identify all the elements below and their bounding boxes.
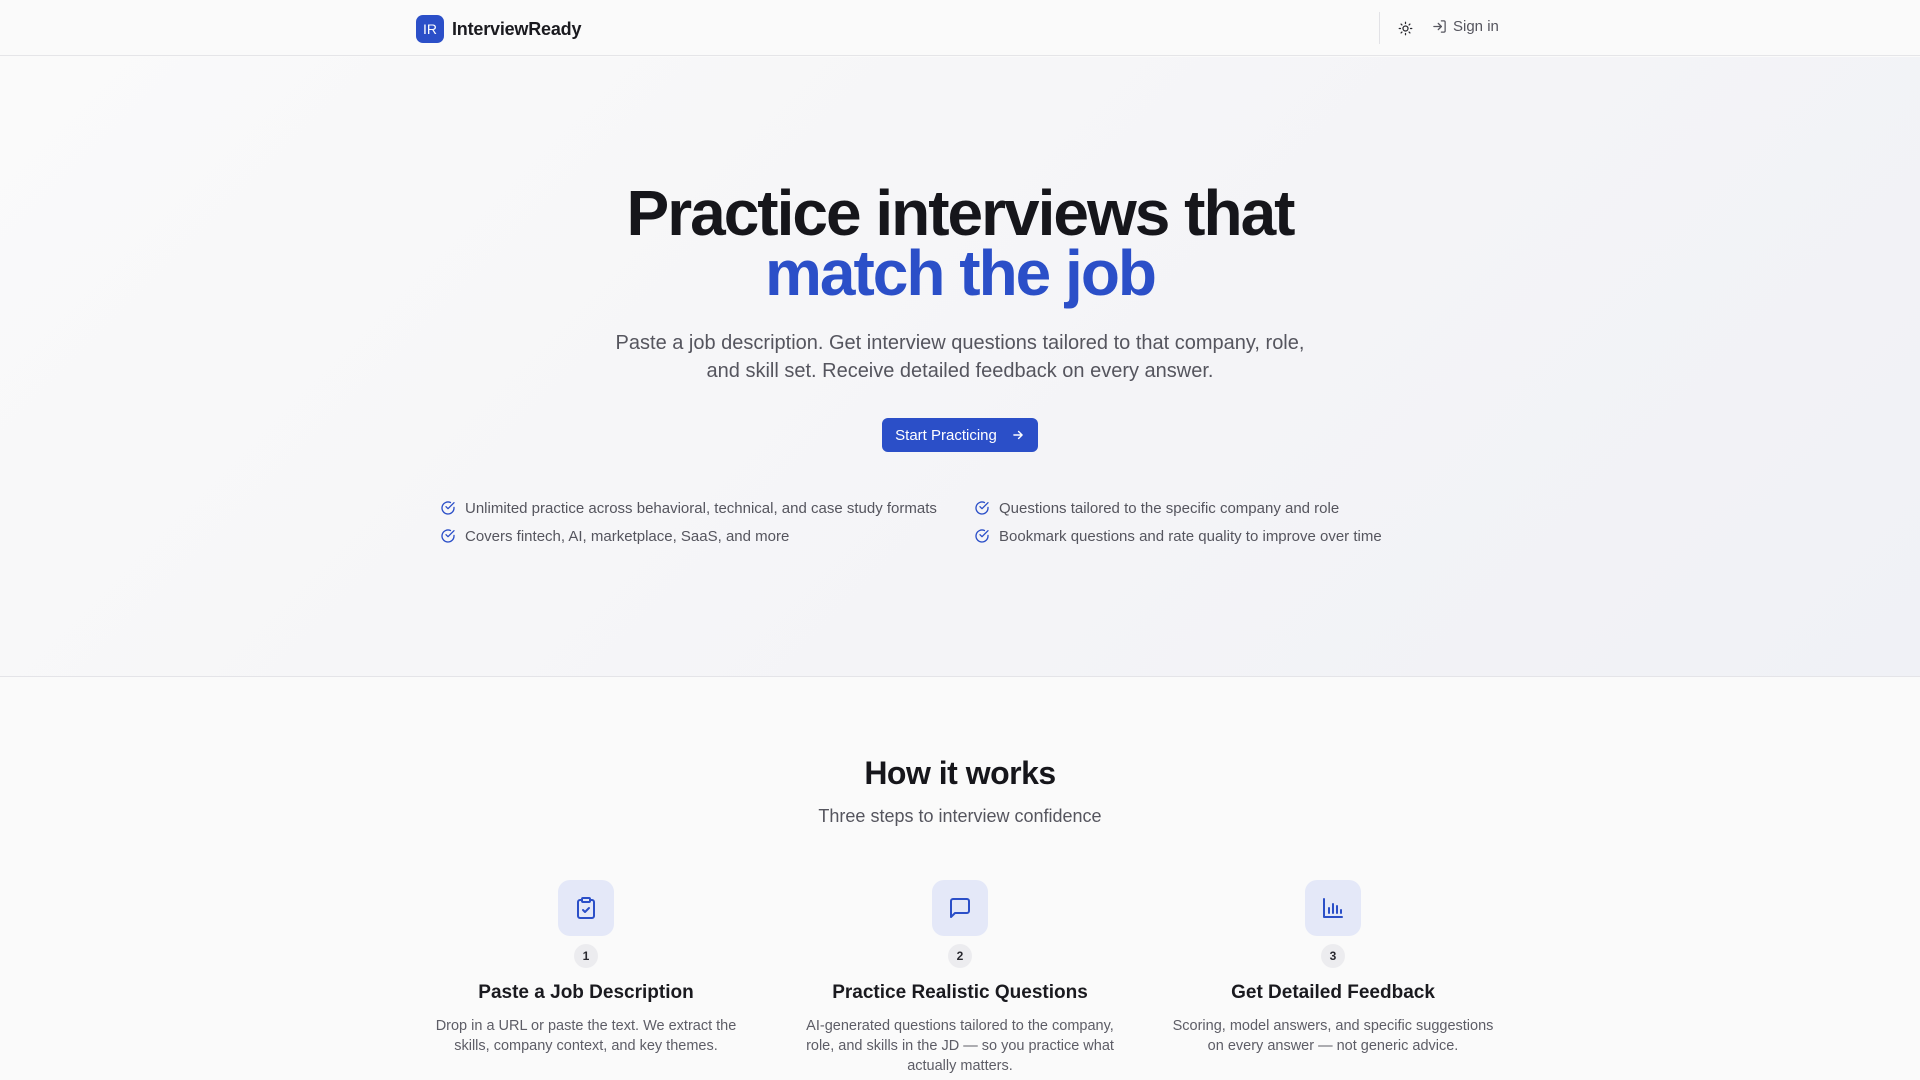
logo[interactable]: IR InterviewReady (416, 15, 581, 43)
step-number: 2 (948, 944, 972, 968)
step-title: Get Detailed Feedback (1231, 982, 1435, 1003)
check-circle-icon (441, 529, 455, 543)
chat-bubble-icon (950, 898, 970, 918)
check-circle-icon (975, 529, 989, 543)
hero-subtitle: Paste a job description. Get interview q… (610, 329, 1310, 385)
hero-title: Practice interviews that match the job (0, 181, 1920, 309)
hero-subtitle-line2: and skill set. Receive detailed feedback… (706, 360, 1214, 382)
bar-chart-icon (1323, 898, 1343, 918)
step-icon-tile (1305, 880, 1361, 936)
how-title: How it works (864, 755, 1056, 791)
logo-text: InterviewReady (452, 18, 582, 39)
feature-item: Questions tailored to the specific compa… (974, 499, 1474, 517)
hero-section: Practice interviews that match the job P… (0, 57, 1920, 677)
feature-list: Unlimited practice across behavioral, te… (440, 499, 1480, 545)
step-number: 1 (574, 944, 598, 968)
hero-title-accent: match the job (764, 237, 1157, 309)
sign-in-button[interactable]: Sign in (1432, 18, 1499, 35)
step-card: 3 Get Detailed Feedback Scoring, model a… (1163, 880, 1503, 1056)
sign-in-label: Sign in (1453, 18, 1499, 35)
clipboard-check-icon (577, 897, 595, 919)
top-nav: IR InterviewReady Sign in (0, 0, 1920, 56)
how-it-works-section: How it works Three steps to interview co… (0, 678, 1920, 1080)
step-card: 2 Practice Realistic Questions AI-genera… (790, 880, 1130, 1076)
check-circle-icon (441, 501, 455, 515)
step-description: AI-generated questions tailored to the c… (806, 1018, 1114, 1074)
step-title: Practice Realistic Questions (832, 982, 1088, 1003)
sign-in-icon (1433, 20, 1446, 33)
check-circle-icon (975, 501, 989, 515)
feature-item: Covers fintech, AI, marketplace, SaaS, a… (440, 527, 974, 545)
start-practicing-label: Start Practicing (895, 426, 997, 444)
feature-text: Bookmark questions and rate quality to i… (999, 527, 1382, 545)
step-description: Scoring, model answers, and specific sug… (1172, 1018, 1494, 1054)
step-icon-tile (932, 880, 988, 936)
step-icon-tile (558, 880, 614, 936)
step-description: Drop in a URL or paste the text. We extr… (435, 1018, 737, 1054)
arrow-right-icon (1013, 430, 1023, 440)
logo-mark: IR (416, 15, 444, 43)
theme-toggle-button[interactable] (1393, 16, 1417, 40)
nav-divider (1379, 12, 1380, 44)
step-card: 1 Paste a Job Description Drop in a URL … (416, 880, 756, 1056)
feature-text: Covers fintech, AI, marketplace, SaaS, a… (465, 527, 790, 545)
how-subtitle: Three steps to interview confidence (818, 806, 1102, 826)
feature-text: Questions tailored to the specific compa… (999, 499, 1340, 517)
step-number: 3 (1321, 944, 1345, 968)
hero-subtitle-line1: Paste a job description. Get interview q… (615, 332, 1305, 354)
sun-icon (1398, 21, 1412, 35)
start-practicing-button[interactable]: Start Practicing (882, 418, 1038, 452)
feature-item: Bookmark questions and rate quality to i… (974, 527, 1474, 545)
feature-item: Unlimited practice across behavioral, te… (440, 499, 974, 517)
step-title: Paste a Job Description (478, 982, 694, 1003)
feature-text: Unlimited practice across behavioral, te… (465, 499, 937, 517)
